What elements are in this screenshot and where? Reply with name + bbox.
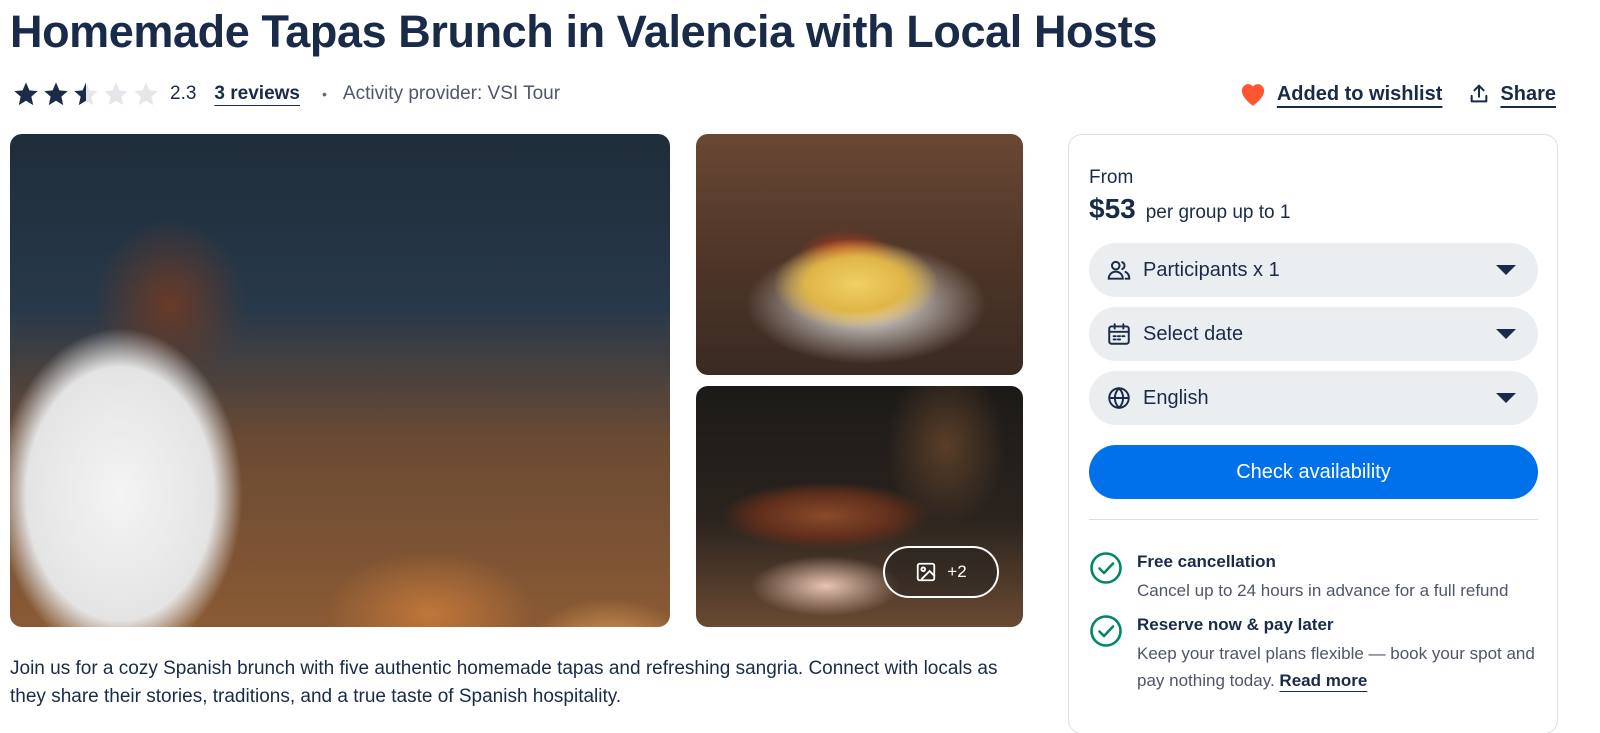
header-actions: Added to wishlist Share [1239,76,1556,112]
check-availability-button[interactable]: Check availability [1089,445,1538,499]
image-icon [917,562,936,582]
read-more-link[interactable]: Read more [1279,671,1367,690]
page-title: Homemade Tapas Brunch in Valencia with L… [10,6,1157,57]
reviews-link[interactable]: 3 reviews [214,83,300,105]
price-from-label: From [1089,167,1134,188]
feature-title: Reserve now & pay later [1137,615,1334,634]
star-empty-icon [134,82,158,106]
globe-icon [1105,384,1133,412]
gallery-main-photo[interactable] [10,134,670,627]
participants-icon [1105,256,1133,284]
more-photos-button[interactable]: +2 [883,546,999,598]
feature-description: Cancel up to 24 hours in advance for a f… [1137,581,1509,600]
price-unit: per group up to 1 [1145,202,1291,223]
star-rating [12,80,160,108]
check-circle-icon [1090,615,1122,647]
feature-title: Free cancellation [1137,552,1276,571]
participants-label: Participants x 1 [1143,258,1280,281]
language-label: English [1143,386,1209,409]
date-dropdown[interactable]: Select date [1089,307,1538,361]
activity-provider: Activity provider: VSI Tour [342,83,561,104]
chevron-down-icon [1496,393,1516,403]
check-circle-icon [1090,552,1122,584]
star-full-icon [14,82,38,106]
gallery-side-photo-top[interactable] [696,134,1023,375]
date-label: Select date [1143,322,1244,345]
share-label: Share [1500,82,1556,105]
calendar-icon [1105,320,1133,348]
star-half-icon [74,82,98,106]
share-icon [1471,84,1488,103]
booking-card: From $53 per group up to 1 Participants … [1068,134,1558,733]
chevron-down-icon [1496,329,1516,339]
share-button[interactable]: Share [1468,83,1556,106]
participants-dropdown[interactable]: Participants x 1 [1089,243,1538,297]
wishlist-label: Added to wishlist [1276,82,1443,105]
star-empty-icon [104,82,128,106]
price-row: $53 per group up to 1 [1089,193,1290,225]
chevron-down-icon [1496,265,1516,275]
rating-value: 2.3 [170,83,197,104]
feature-free-cancellation: Free cancellation Cancel up to 24 hours … [1089,551,1508,604]
more-photos-count: +2 [947,562,967,581]
star-full-icon [44,82,68,106]
heart-icon [1241,84,1264,106]
language-dropdown[interactable]: English [1089,371,1538,425]
activity-description: Join us for a cozy Spanish brunch with f… [10,658,998,707]
separator-dot: • [322,86,327,102]
feature-reserve-pay-later: Reserve now & pay later Keep your travel… [1089,614,1547,694]
feature-description: Keep your travel plans flexible — book y… [1137,640,1547,694]
divider [1089,519,1538,520]
wishlist-button[interactable]: Added to wishlist [1239,81,1443,107]
price-value: $53 [1089,193,1136,224]
rating-row: 2.3 3 reviews • Activity provider: VSI T… [12,76,560,112]
